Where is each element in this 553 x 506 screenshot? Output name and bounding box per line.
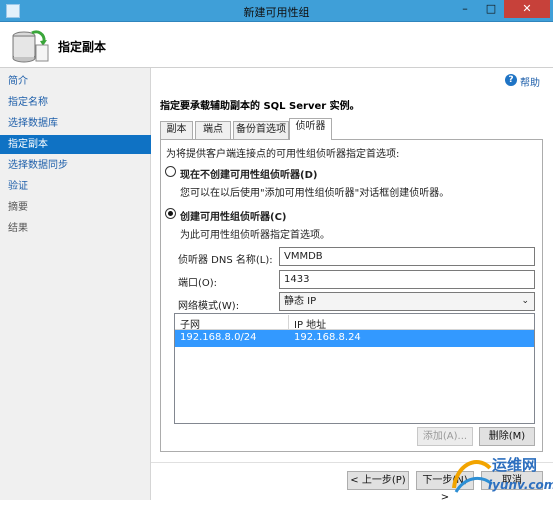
sidebar-item-intro[interactable]: 简介 <box>0 72 151 91</box>
help-icon[interactable]: ? <box>505 74 517 86</box>
sidebar-item-results: 结果 <box>8 223 28 234</box>
port-label: 端口(O): <box>178 278 218 289</box>
sidebar-item-name[interactable]: 指定名称 <box>0 93 151 112</box>
listener-intro: 为将提供客户端连接点的可用性组侦听器指定首选项: <box>166 149 400 160</box>
radio-no-listener[interactable] <box>165 166 176 177</box>
radio-create-listener-desc: 为此可用性组侦听器指定首选项。 <box>180 230 330 241</box>
minimize-button[interactable]: – <box>452 0 478 18</box>
close-button[interactable]: ✕ <box>504 0 550 18</box>
tab-endpoints[interactable]: 端点 <box>195 121 231 139</box>
column-subnet[interactable]: 子网 <box>180 316 200 331</box>
sidebar-item-sync[interactable]: 选择数据同步 <box>0 156 151 175</box>
tab-replicas[interactable]: 副本 <box>160 121 193 139</box>
dns-name-label: 侦听器 DNS 名称(L): <box>178 255 273 266</box>
tab-listener[interactable]: 侦听器 <box>289 118 332 140</box>
network-mode-select[interactable]: 静态 IP ⌄ <box>279 292 535 311</box>
add-button[interactable]: 添加(A)... <box>417 427 473 446</box>
remove-button[interactable]: 删除(M) <box>479 427 535 446</box>
cell-subnet[interactable]: 192.168.8.0/24 <box>180 332 257 343</box>
network-mode-value: 静态 IP <box>284 296 317 307</box>
port-field[interactable]: 1433 <box>279 270 535 289</box>
watermark-url: iyunv.com <box>488 478 553 492</box>
cell-ip-address[interactable]: 192.168.8.24 <box>294 332 361 343</box>
sidebar: 简介 指定名称 选择数据库 指定副本 选择数据同步 验证 摘要 结果 <box>0 68 151 500</box>
maximize-button[interactable]: □ <box>478 0 504 18</box>
database-replica-icon <box>12 30 49 63</box>
sidebar-item-summary: 摘要 <box>8 202 28 213</box>
previous-button[interactable]: < 上一步(P) <box>347 471 409 490</box>
radio-create-listener[interactable] <box>165 208 176 219</box>
tab-backup-preferences[interactable]: 备份首选项 <box>233 121 289 139</box>
watermark: 运维网 iyunv.com <box>446 448 553 500</box>
instruction-text: 指定要承载辅助副本的 SQL Server 实例。 <box>160 101 360 112</box>
chevron-down-icon[interactable]: ⌄ <box>521 293 529 310</box>
dns-name-field[interactable]: VMMDB <box>279 247 535 266</box>
sidebar-item-databases[interactable]: 选择数据库 <box>0 114 151 133</box>
page-title: 指定副本 <box>58 40 107 54</box>
sidebar-item-replicas[interactable]: 指定副本 <box>0 135 151 154</box>
watermark-text: 运维网 <box>492 456 538 474</box>
radio-no-listener-desc: 您可以在以后使用"添加可用性组侦听器"对话框创建侦听器。 <box>180 188 450 199</box>
column-divider <box>288 315 289 330</box>
column-ip-address[interactable]: IP 地址 <box>294 316 326 331</box>
radio-create-listener-label[interactable]: 创建可用性组侦听器(C) <box>180 208 286 223</box>
sidebar-item-validation[interactable]: 验证 <box>0 177 151 196</box>
radio-no-listener-label[interactable]: 现在不创建可用性组侦听器(D) <box>180 166 317 181</box>
network-mode-label: 网络模式(W): <box>178 301 240 312</box>
help-link[interactable]: 帮助 <box>520 74 540 89</box>
grid-header <box>175 315 534 330</box>
